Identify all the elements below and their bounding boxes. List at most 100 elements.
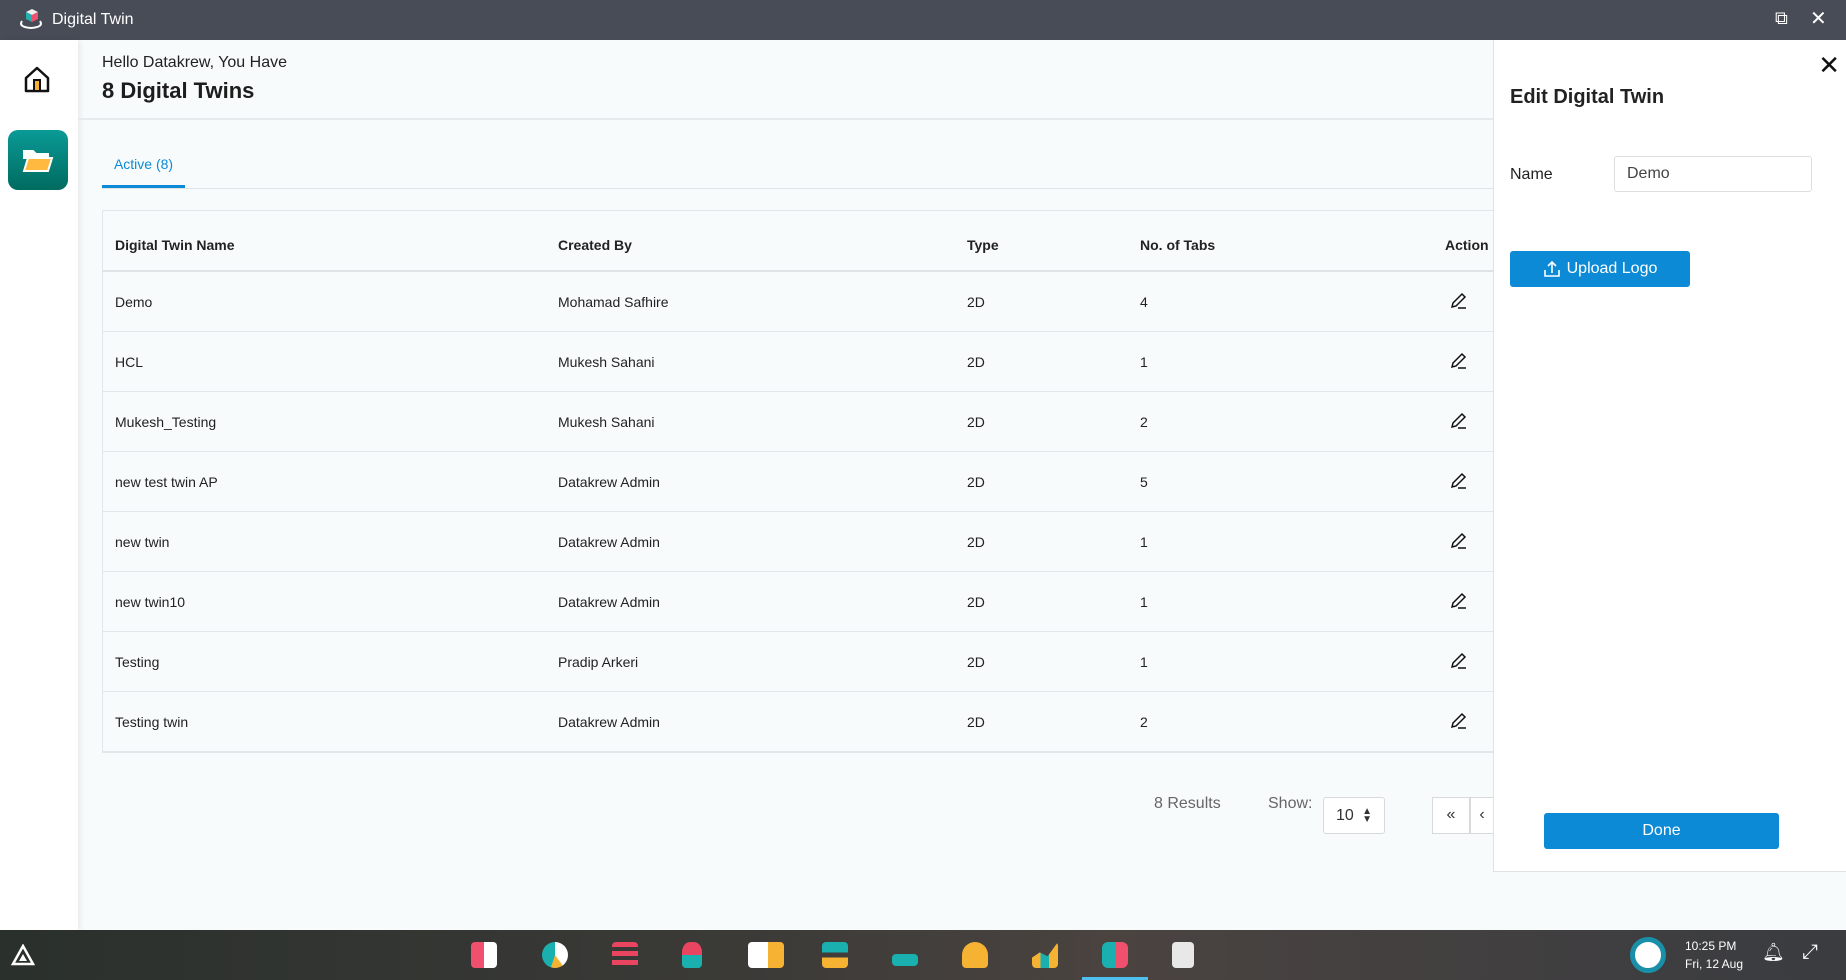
- action-cell: [1433, 590, 1493, 613]
- start-menu-icon[interactable]: [11, 944, 35, 966]
- column-header-type: Type: [967, 236, 999, 253]
- reports-app-icon[interactable]: [1032, 942, 1058, 968]
- router-app-icon[interactable]: [892, 954, 918, 966]
- twin-name: Mukesh_Testing: [115, 413, 217, 430]
- close-window-icon[interactable]: ✕: [1810, 6, 1827, 31]
- created-by: Datakrew Admin: [558, 593, 660, 610]
- tab-count: 2: [1140, 413, 1148, 430]
- column-header-tabs: No. of Tabs: [1140, 236, 1216, 253]
- clock: 10:25 PM Fri, 12 Aug: [1685, 937, 1743, 973]
- created-by: Datakrew Admin: [558, 533, 660, 550]
- home-icon[interactable]: [22, 64, 52, 99]
- tab-count: 5: [1140, 473, 1148, 490]
- upload-logo-button[interactable]: Upload Logo: [1510, 251, 1690, 287]
- table-row: new test twin AP Datakrew Admin 2D 5: [103, 452, 1493, 512]
- name-input[interactable]: [1614, 156, 1812, 192]
- twin-name: Testing twin: [115, 713, 189, 730]
- edit-icon[interactable]: [1449, 710, 1469, 730]
- upload-logo-label: Upload Logo: [1566, 260, 1658, 277]
- fullscreen-icon[interactable]: ⤢: [1802, 941, 1818, 964]
- type: 2D: [967, 653, 985, 670]
- created-by: Datakrew Admin: [558, 713, 660, 730]
- tab-count: 4: [1140, 293, 1148, 310]
- table-row: new twin Datakrew Admin 2D 1: [103, 512, 1493, 572]
- digital-twins-table: Digital Twin Name Created By Type No. of…: [102, 210, 1493, 753]
- created-by: Mukesh Sahani: [558, 413, 655, 430]
- type: 2D: [967, 593, 985, 610]
- page-size-value: 10: [1336, 807, 1354, 824]
- created-by: Datakrew Admin: [558, 473, 660, 490]
- analytics-app-icon[interactable]: [542, 942, 568, 968]
- twin-name: new twin: [115, 533, 170, 550]
- type: 2D: [967, 713, 985, 730]
- edit-icon[interactable]: [1449, 530, 1469, 550]
- table-header: Digital Twin Name Created By Type No. of…: [103, 211, 1493, 272]
- twin-name: new test twin AP: [115, 473, 218, 490]
- tab-count: 1: [1140, 593, 1148, 610]
- twin-name: Testing: [115, 653, 160, 670]
- window-title: Digital Twin: [52, 11, 134, 28]
- tab-divider: [102, 188, 1493, 189]
- home-key-app-icon[interactable]: [748, 942, 784, 968]
- greeting: Hello Datakrew, You Have: [102, 54, 287, 71]
- done-button[interactable]: Done: [1544, 813, 1779, 849]
- show-label: Show:: [1268, 795, 1313, 812]
- page-header: Hello Datakrew, You Have 8 Digital Twins: [78, 40, 1493, 120]
- tab-count: 1: [1140, 653, 1148, 670]
- column-header-action: Action: [1445, 236, 1489, 253]
- action-cell: [1433, 410, 1493, 433]
- title-bar: Digital Twin ⧉ ✕: [0, 0, 1846, 40]
- table-row: Testing twin Datakrew Admin 2D 2: [103, 692, 1493, 752]
- action-cell: [1433, 470, 1493, 493]
- notification-bell-icon[interactable]: 🔔︎: [1762, 942, 1785, 963]
- tab-count: 2: [1140, 713, 1148, 730]
- type: 2D: [967, 293, 985, 310]
- users-app-icon[interactable]: [682, 942, 702, 968]
- action-cell: [1433, 530, 1493, 553]
- clipboard-report-app-icon[interactable]: [1172, 942, 1194, 968]
- tab-active[interactable]: Active (8): [102, 150, 185, 188]
- table-row: Testing Pradip Arkeri 2D 1: [103, 632, 1493, 692]
- close-panel-icon[interactable]: ✕: [1818, 50, 1840, 81]
- action-cell: [1433, 350, 1493, 373]
- sidebar-item-digital-twins[interactable]: [8, 130, 68, 190]
- workflow-app-icon[interactable]: [612, 942, 638, 968]
- action-cell: [1433, 650, 1493, 673]
- taskbar: 10:25 PM Fri, 12 Aug 🔔︎ ⤢: [0, 930, 1846, 980]
- digital-twin-logo-icon: [18, 9, 44, 31]
- edit-icon[interactable]: [1449, 470, 1469, 490]
- created-by: Mukesh Sahani: [558, 353, 655, 370]
- edit-icon[interactable]: [1449, 290, 1469, 310]
- action-cell: [1433, 290, 1493, 313]
- digital-twin-app-icon[interactable]: [1102, 942, 1128, 968]
- table-row: HCL Mukesh Sahani 2D 1: [103, 332, 1493, 392]
- table-row: Mukesh_Testing Mukesh Sahani 2D 2: [103, 392, 1493, 452]
- edit-icon[interactable]: [1449, 590, 1469, 610]
- page-size-select[interactable]: 10 ▲ ▼: [1323, 797, 1385, 834]
- popout-icon[interactable]: ⧉: [1775, 8, 1788, 29]
- twin-name: Demo: [115, 293, 153, 310]
- created-by: Mohamad Safhire: [558, 293, 669, 310]
- date: Fri, 12 Aug: [1685, 957, 1744, 971]
- action-cell: [1433, 710, 1493, 733]
- edit-digital-twin-panel: ✕ Edit Digital Twin Name Upload Logo Don…: [1493, 40, 1846, 872]
- panel-title: Edit Digital Twin: [1510, 86, 1665, 108]
- twin-name: HCL: [115, 353, 144, 370]
- created-by: Pradip Arkeri: [558, 653, 639, 670]
- dashboard-app-icon[interactable]: [471, 942, 497, 968]
- edit-icon[interactable]: [1449, 350, 1469, 370]
- prev-page-button[interactable]: ‹: [1470, 797, 1493, 834]
- first-page-button[interactable]: «: [1432, 797, 1470, 834]
- edit-icon[interactable]: [1449, 410, 1469, 430]
- hierarchy-app-icon[interactable]: [822, 942, 848, 968]
- tab-count: 1: [1140, 353, 1148, 370]
- datakrew-logo-icon[interactable]: [1630, 937, 1666, 973]
- alerts-app-icon[interactable]: [962, 942, 988, 968]
- twin-name: new twin10: [115, 593, 186, 610]
- name-label: Name: [1510, 166, 1553, 183]
- edit-icon[interactable]: [1449, 650, 1469, 670]
- sidebar: [0, 40, 78, 930]
- time: 10:25 PM: [1685, 939, 1737, 953]
- table-row: new twin10 Datakrew Admin 2D 1: [103, 572, 1493, 632]
- table-row: Demo Mohamad Safhire 2D 4: [103, 272, 1493, 332]
